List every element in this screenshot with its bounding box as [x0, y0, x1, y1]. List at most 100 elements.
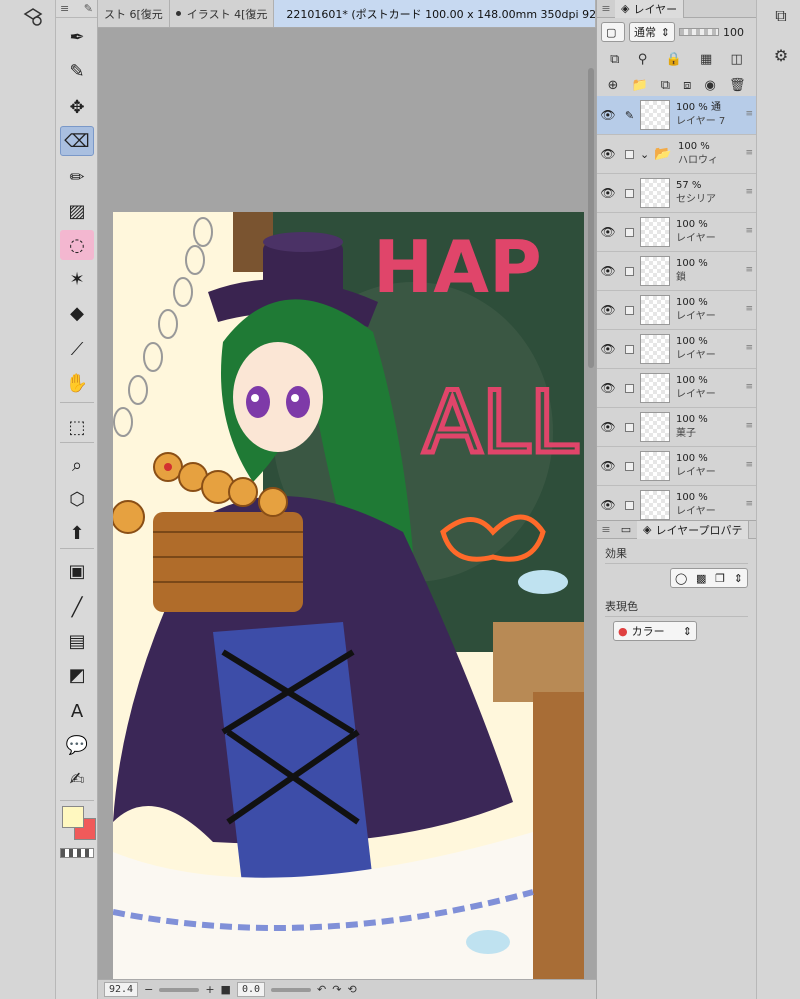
reference-layer-icon[interactable]: ⚲: [638, 52, 648, 67]
layer-row[interactable]: 👁 100 % レイヤー ≡: [597, 447, 757, 486]
eye-icon[interactable]: 👁: [597, 225, 619, 239]
drag-handle-icon[interactable]: ≡: [745, 499, 753, 509]
doc-tab-active[interactable]: 22101601* (ポストカード 100.00 x 148.00mm 350d…: [274, 0, 596, 27]
line-icon[interactable]: ╱: [60, 592, 94, 622]
artwork-canvas[interactable]: HAP ALL: [113, 212, 584, 979]
zoom-field[interactable]: 92.4: [104, 982, 139, 997]
panel-menu-icon[interactable]: ≡: [597, 523, 615, 536]
eye-icon[interactable]: 👁: [597, 186, 619, 200]
layer-checkbox[interactable]: [625, 422, 634, 432]
rotate-left-icon[interactable]: ↶: [317, 983, 326, 996]
speech-balloon-icon[interactable]: 💬: [60, 730, 94, 760]
chevron-down-icon[interactable]: ⌄: [640, 148, 654, 161]
eye-icon[interactable]: 👁: [597, 147, 619, 161]
lasso-fill-icon[interactable]: ◌: [60, 230, 94, 260]
layer-row[interactable]: 👁 ✎ 100 % 通レイヤー 7 ≡: [597, 96, 757, 135]
drag-handle-icon[interactable]: ≡: [745, 187, 753, 197]
doc-tab-1[interactable]: スト 6[復元: [98, 0, 170, 27]
merge-down-icon[interactable]: ⧈: [683, 78, 691, 93]
zoom-in-button[interactable]: +: [205, 983, 214, 996]
zoom-out-button[interactable]: −: [144, 983, 153, 996]
tone-effect-icon[interactable]: ▩: [696, 572, 706, 585]
3d-object-icon[interactable]: ⬡: [60, 484, 94, 514]
layer-color-select[interactable]: ▢: [601, 22, 625, 42]
mask-icon[interactable]: ◫: [731, 52, 743, 67]
drag-handle-icon[interactable]: ≡: [745, 148, 753, 158]
layer-row[interactable]: 👁 ⌄ 📂 100 % ハロウィ ≡: [597, 135, 757, 174]
stamp-icon[interactable]: ⬆: [60, 518, 94, 548]
canvas-viewport[interactable]: HAP ALL: [98, 28, 596, 979]
eye-icon[interactable]: 👁: [597, 108, 619, 122]
layer-mask-icon[interactable]: ◉: [705, 78, 716, 93]
layer-row[interactable]: 👁 100 % レイヤー ≡: [597, 213, 757, 252]
fit-view-icon[interactable]: ■: [221, 983, 231, 996]
opacity-value[interactable]: 100: [723, 26, 744, 39]
eye-icon[interactable]: 👁: [597, 264, 619, 278]
settings-icon[interactable]: ⚙: [771, 46, 791, 66]
fill-bucket-icon[interactable]: ◆: [60, 298, 94, 328]
transparent-color-swatch[interactable]: [60, 848, 94, 858]
doc-tab-2[interactable]: イラスト 4[復元: [170, 0, 275, 27]
eye-icon[interactable]: 👁: [597, 498, 619, 512]
drag-handle-icon[interactable]: ≡: [745, 460, 753, 470]
rotate-right-icon[interactable]: ↷: [332, 983, 341, 996]
clip-layer-icon[interactable]: ⧉: [610, 52, 619, 67]
frame-icon[interactable]: ▤: [60, 626, 94, 656]
color-swatches[interactable]: [62, 806, 98, 842]
pen-nib-icon[interactable]: ✒: [60, 22, 94, 52]
eyedropper-icon[interactable]: ⟋: [60, 334, 94, 364]
eraser-icon[interactable]: ⌫: [60, 126, 94, 156]
rotation-slider[interactable]: [271, 987, 311, 992]
layer-checkbox[interactable]: [625, 149, 634, 159]
brush-icon[interactable]: ▨: [60, 196, 94, 226]
marquee-icon[interactable]: ⬚: [60, 412, 94, 442]
hand-icon[interactable]: ✋: [60, 368, 94, 398]
layer-row[interactable]: 👁 100 % 菓子 ≡: [597, 408, 757, 447]
drag-handle-icon[interactable]: ≡: [745, 226, 753, 236]
tab-layer-property[interactable]: ◈ レイヤープロパテ: [637, 520, 750, 539]
layer-checkbox[interactable]: [625, 500, 634, 510]
layer-row[interactable]: 👁 57 % セシリア ≡: [597, 174, 757, 213]
layer-row[interactable]: 👁 100 % レイヤー ≡: [597, 369, 757, 408]
drag-handle-icon[interactable]: ≡: [745, 304, 753, 314]
drag-handle-icon[interactable]: ≡: [745, 265, 753, 275]
layer-checkbox[interactable]: [625, 266, 634, 276]
menu-icon[interactable]: ≡: [60, 2, 69, 15]
correct-line-icon[interactable]: ✍: [60, 764, 94, 794]
eye-icon[interactable]: 👁: [597, 381, 619, 395]
text-icon[interactable]: A: [60, 696, 94, 726]
sub-tool-palette-icon[interactable]: [22, 6, 44, 28]
vertical-scrollbar[interactable]: [588, 68, 594, 368]
layer-checkbox[interactable]: [625, 383, 634, 393]
drag-handle-icon[interactable]: ≡: [745, 343, 753, 353]
layer-checkbox[interactable]: [625, 227, 634, 237]
eye-icon[interactable]: 👁: [597, 459, 619, 473]
drag-handle-icon[interactable]: ≡: [745, 421, 753, 431]
pencil-icon[interactable]: ✏: [60, 162, 94, 192]
tab-layer[interactable]: ◈ レイヤー: [615, 0, 685, 18]
expression-color-select[interactable]: ● カラー ⇕: [613, 621, 697, 641]
eye-icon[interactable]: 👁: [597, 303, 619, 317]
drag-handle-icon[interactable]: ≡: [745, 109, 753, 119]
layer-checkbox[interactable]: [625, 305, 634, 315]
layer-row[interactable]: 👁 100 % レイヤー ≡: [597, 291, 757, 330]
panel-menu-icon[interactable]: ≡: [597, 2, 615, 15]
layer-row[interactable]: 👁 100 % 鎖 ≡: [597, 252, 757, 291]
drag-handle-icon[interactable]: ≡: [745, 382, 753, 392]
magic-wand-icon[interactable]: ✶: [60, 264, 94, 294]
layer-checkbox[interactable]: [625, 188, 634, 198]
navigator-icon[interactable]: ⧉: [771, 6, 791, 26]
zoom-slider[interactable]: [159, 987, 200, 992]
foreground-color-swatch[interactable]: [62, 806, 84, 828]
layer-color-effect-icon[interactable]: ❐: [715, 572, 725, 585]
ink-pen-icon[interactable]: ✎: [60, 56, 94, 86]
new-raster-layer-icon[interactable]: ⊕: [608, 78, 619, 93]
gradient-icon[interactable]: ▣: [60, 556, 94, 586]
opacity-slider[interactable]: [679, 28, 719, 36]
move-icon[interactable]: ✥: [60, 92, 94, 122]
eye-icon[interactable]: 👁: [597, 342, 619, 356]
layer-checkbox[interactable]: [625, 461, 634, 471]
eye-icon[interactable]: 👁: [597, 420, 619, 434]
rotation-field[interactable]: 0.0: [236, 982, 265, 997]
lock-icon[interactable]: 🔒: [665, 52, 681, 67]
